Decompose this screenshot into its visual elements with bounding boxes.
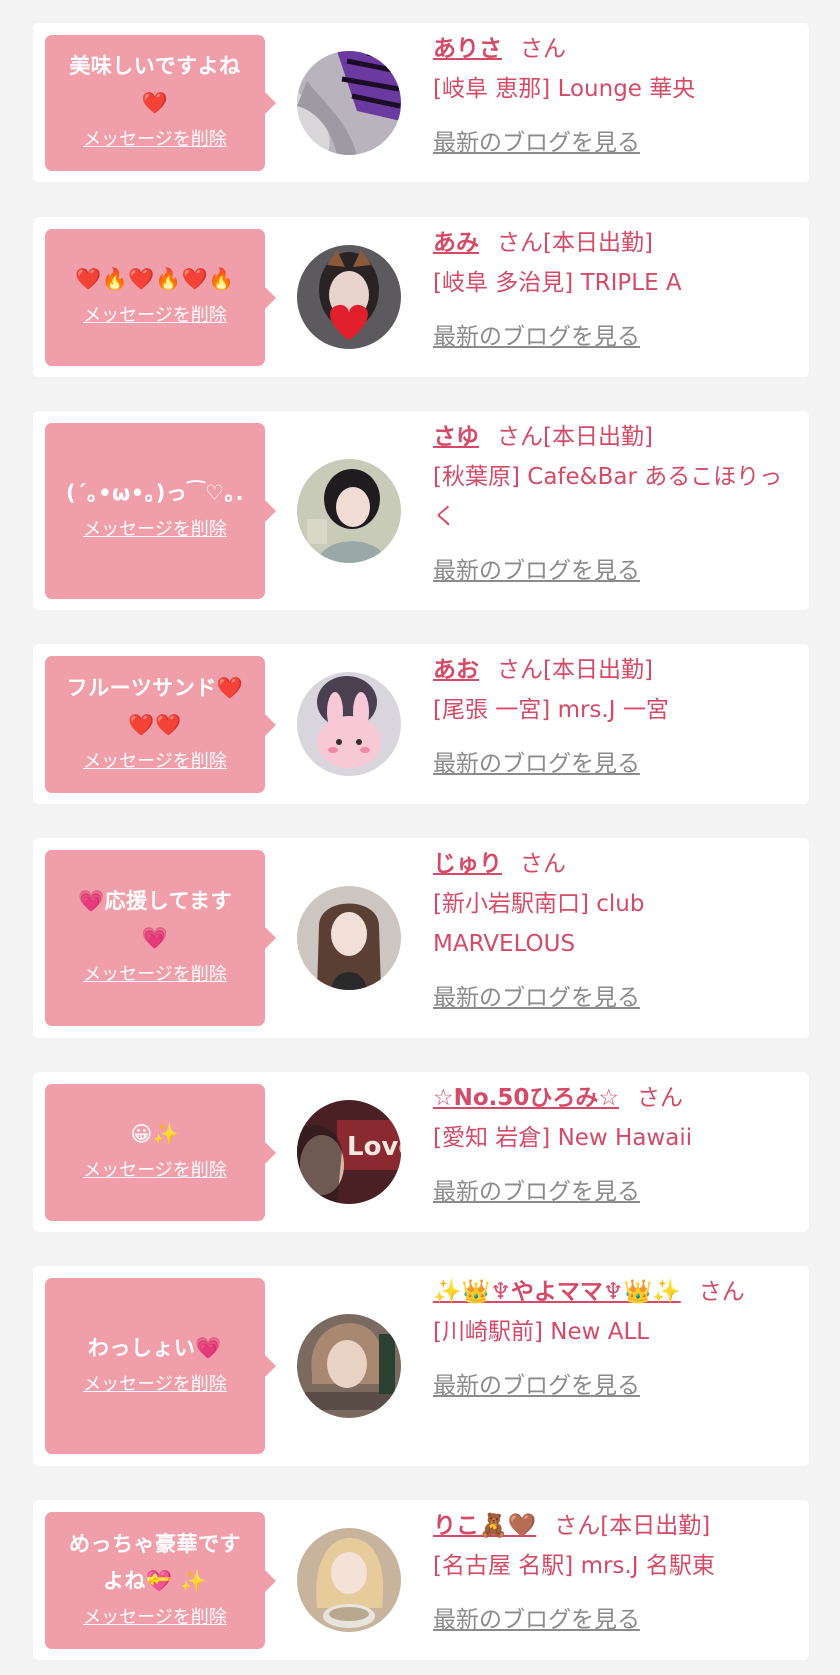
message-bubble: めっちゃ豪華です よね💝 ✨ メッセージを削除 xyxy=(45,1512,276,1649)
latest-blog-link[interactable]: 最新のブログを見る xyxy=(433,1600,640,1640)
cast-info: ✨👑♆やよママ♆👑✨ さん [川崎駅前] New ALL 最新のブログを見る xyxy=(433,1272,793,1406)
message-card: めっちゃ豪華です よね💝 ✨ メッセージを削除 りこ🧸🤎 さん[本日出勤] [名古… xyxy=(33,1500,809,1660)
delete-message-link[interactable]: メッセージを削除 xyxy=(83,1157,227,1185)
message-card: 😀✨ メッセージを削除 Love ☆No.50ひろみ☆ さん [愛知 岩倉] Ne… xyxy=(33,1072,809,1232)
message-bubble: 😀✨ メッセージを削除 xyxy=(45,1084,276,1221)
message-bubble: 美味しいですよね ❤️ メッセージを削除 xyxy=(45,35,276,171)
avatar[interactable] xyxy=(297,51,401,155)
cast-info: りこ🧸🤎 さん[本日出勤] [名古屋 名駅] mrs.J 名駅東 最新のブログを見… xyxy=(433,1506,793,1640)
name-suffix: さん xyxy=(520,851,566,877)
delete-message-link[interactable]: メッセージを削除 xyxy=(83,1604,227,1632)
cast-name-link[interactable]: ありさ xyxy=(433,36,502,62)
avatar[interactable] xyxy=(297,1528,401,1632)
cast-info: じゅり さん [新小岩駅南口] club MARVELOUS 最新のブログを見る xyxy=(433,844,793,1018)
latest-blog-link[interactable]: 最新のブログを見る xyxy=(433,978,640,1018)
message-text: フルーツサンド❤️ ❤️❤️ xyxy=(66,675,244,737)
avatar[interactable]: Love xyxy=(297,1100,401,1204)
latest-blog-link[interactable]: 最新のブログを見る xyxy=(433,1366,640,1406)
delete-message-link[interactable]: メッセージを削除 xyxy=(83,516,227,544)
latest-blog-link[interactable]: 最新のブログを見る xyxy=(433,123,640,163)
cast-name-link[interactable]: ✨👑♆やよママ♆👑✨ xyxy=(433,1279,681,1305)
message-card: わっしょい💗 メッセージを削除 ✨👑♆やよママ♆👑✨ さん [川崎駅前] New … xyxy=(33,1266,809,1466)
message-text: 美味しいですよね ❤️ xyxy=(69,54,241,115)
cast-info: ありさ さん [岐阜 恵那] Lounge 華央 最新のブログを見る xyxy=(433,29,793,163)
cast-name-link[interactable]: あみ xyxy=(433,230,479,256)
message-text: めっちゃ豪華です よね💝 ✨ xyxy=(69,1531,241,1593)
cast-name-link[interactable]: ☆No.50ひろみ☆ xyxy=(433,1085,619,1111)
message-text: わっしょい💗 xyxy=(87,1335,223,1360)
name-line: ありさ さん xyxy=(433,29,793,69)
message-text: ❤️🔥❤️🔥❤️🔥 xyxy=(75,267,235,291)
avatar[interactable] xyxy=(297,459,401,563)
name-line: あお さん[本日出勤] xyxy=(433,650,793,690)
shop-info: [秋葉原] Cafe&Bar あるこほりっく xyxy=(433,464,783,530)
message-bubble: 💗応援してます 💗 メッセージを削除 xyxy=(45,850,276,1026)
message-bubble: フルーツサンド❤️ ❤️❤️ メッセージを削除 xyxy=(45,656,276,793)
message-text: 😀✨ xyxy=(130,1122,180,1146)
name-suffix: さん xyxy=(698,1279,745,1305)
shop-info: [川崎駅前] New ALL xyxy=(433,1319,650,1345)
latest-blog-link[interactable]: 最新のブログを見る xyxy=(433,317,640,357)
cast-name-link[interactable]: あお xyxy=(433,657,479,683)
svg-text:Love: Love xyxy=(347,1132,401,1162)
shop-info: [岐阜 恵那] Lounge 華央 xyxy=(433,76,696,102)
avatar[interactable] xyxy=(297,886,401,990)
cast-info: ☆No.50ひろみ☆ さん [愛知 岩倉] New Hawaii 最新のブログを見… xyxy=(433,1078,793,1212)
latest-blog-link[interactable]: 最新のブログを見る xyxy=(433,1172,640,1212)
name-line: ✨👑♆やよママ♆👑✨ さん xyxy=(433,1272,793,1312)
message-bubble: (´｡•ω•｡)っ⁀♡｡. メッセージを削除 xyxy=(45,423,276,599)
message-bubble: わっしょい💗 メッセージを削除 xyxy=(45,1278,276,1454)
delete-message-link[interactable]: メッセージを削除 xyxy=(83,302,227,330)
avatar[interactable] xyxy=(297,1314,401,1418)
shop-info: [岐阜 多治見] TRIPLE A xyxy=(433,270,682,296)
message-card: 美味しいですよね ❤️ メッセージを削除 ありさ さん [岐阜 恵那] Loung… xyxy=(33,23,809,182)
message-card: 💗応援してます 💗 メッセージを削除 じゅり さん [新小岩駅南口] club M… xyxy=(33,838,809,1038)
delete-message-link[interactable]: メッセージを削除 xyxy=(83,126,227,154)
message-card: ❤️🔥❤️🔥❤️🔥 メッセージを削除 あみ さん[本日出勤] [岐阜 多治見] T… xyxy=(33,217,809,377)
cast-info: さゆ さん[本日出勤] [秋葉原] Cafe&Bar あるこほりっく 最新のブログ… xyxy=(433,417,793,591)
latest-blog-link[interactable]: 最新のブログを見る xyxy=(433,744,640,784)
shop-info: [名古屋 名駅] mrs.J 名駅東 xyxy=(433,1553,715,1579)
delete-message-link[interactable]: メッセージを削除 xyxy=(83,961,227,989)
shop-info: [新小岩駅南口] club MARVELOUS xyxy=(433,891,645,957)
name-suffix: さん xyxy=(637,1085,684,1111)
name-suffix: さん[本日出勤] xyxy=(497,424,653,450)
delete-message-link[interactable]: メッセージを削除 xyxy=(83,1371,227,1399)
name-suffix: さん[本日出勤] xyxy=(497,230,653,256)
shop-info: [愛知 岩倉] New Hawaii xyxy=(433,1125,693,1151)
shop-info: [尾張 一宮] mrs.J 一宮 xyxy=(433,697,669,723)
cast-name-link[interactable]: じゅり xyxy=(433,851,502,877)
name-line: りこ🧸🤎 さん[本日出勤] xyxy=(433,1506,793,1546)
name-suffix: さん xyxy=(520,36,566,62)
message-card: フルーツサンド❤️ ❤️❤️ メッセージを削除 あお さん[本日出勤] [尾張 一… xyxy=(33,644,809,804)
name-suffix: さん[本日出勤] xyxy=(497,657,653,683)
cast-name-link[interactable]: りこ🧸🤎 xyxy=(433,1513,536,1539)
name-line: あみ さん[本日出勤] xyxy=(433,223,793,263)
cast-info: あお さん[本日出勤] [尾張 一宮] mrs.J 一宮 最新のブログを見る xyxy=(433,650,793,784)
message-text: 💗応援してます 💗 xyxy=(78,889,232,950)
delete-message-link[interactable]: メッセージを削除 xyxy=(83,748,227,776)
name-line: さゆ さん[本日出勤] xyxy=(433,417,793,457)
latest-blog-link[interactable]: 最新のブログを見る xyxy=(433,551,640,591)
cast-name-link[interactable]: さゆ xyxy=(433,424,479,450)
cast-info: あみ さん[本日出勤] [岐阜 多治見] TRIPLE A 最新のブログを見る xyxy=(433,223,793,357)
name-suffix: さん[本日出勤] xyxy=(554,1513,711,1539)
message-bubble: ❤️🔥❤️🔥❤️🔥 メッセージを削除 xyxy=(45,229,276,366)
message-text: (´｡•ω•｡)っ⁀♡｡. xyxy=(66,480,244,505)
message-card: (´｡•ω•｡)っ⁀♡｡. メッセージを削除 さゆ さん[本日出勤] [秋葉原] … xyxy=(33,411,809,610)
avatar[interactable] xyxy=(297,672,401,776)
name-line: じゅり さん xyxy=(433,844,793,884)
avatar[interactable] xyxy=(297,245,401,349)
name-line: ☆No.50ひろみ☆ さん xyxy=(433,1078,793,1118)
